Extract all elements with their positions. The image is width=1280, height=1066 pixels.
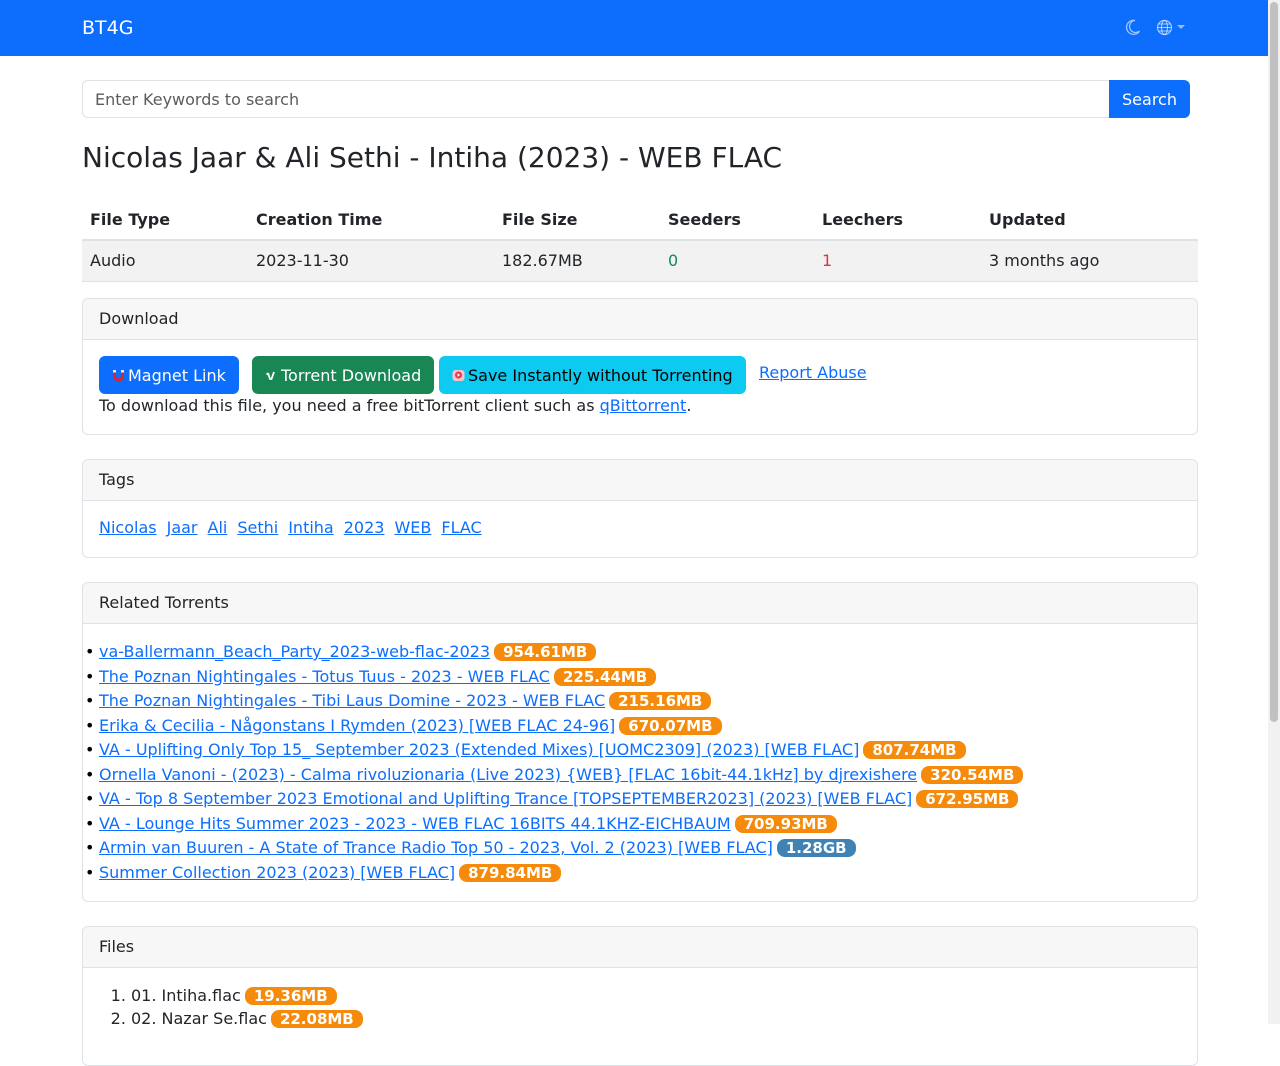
tag-link[interactable]: FLAC <box>441 518 481 537</box>
tag-list: Nicolas Jaar Ali Sethi Intiha 2023 WEB F… <box>99 501 1181 537</box>
creation-time-value: 2023-11-30 <box>248 240 494 282</box>
chevron-down-icon <box>1177 25 1185 29</box>
size-badge: 225.44MB <box>553 667 657 686</box>
moon-icon[interactable] <box>1124 18 1142 36</box>
column-header: Leechers <box>814 200 981 241</box>
size-badge: 1.28GB <box>776 839 856 857</box>
list-item: The Poznan Nightingales - Totus Tuus - 2… <box>83 665 1197 690</box>
file-name: 01. Intiha.flac <box>131 986 241 1005</box>
cloud-play-icon <box>451 368 466 383</box>
download-note-suffix: . <box>686 396 692 415</box>
related-torrent-list: va-Ballermann_Beach_Party_2023-web-flac-… <box>83 624 1197 885</box>
seeders-value: 0 <box>660 240 814 282</box>
files-card-header: Files <box>83 927 1197 968</box>
list-item: 01. Intiha.flac19.36MB <box>131 984 1197 1007</box>
list-item: VA - Top 8 September 2023 Emotional and … <box>83 787 1197 812</box>
list-item: VA - Lounge Hits Summer 2023 - 2023 - WE… <box>83 812 1197 837</box>
nav-icons <box>1124 18 1185 36</box>
size-badge: 709.93MB <box>734 814 837 833</box>
related-torrent-link[interactable]: Armin van Buuren - A State of Trance Rad… <box>99 838 773 857</box>
related-torrents-card: Related Torrents va-Ballermann_Beach_Par… <box>82 582 1198 902</box>
table-row: Audio 2023-11-30 182.67MB 0 1 3 months a… <box>82 240 1198 282</box>
list-item: VA - Uplifting Only Top 15_ September 20… <box>83 738 1197 763</box>
list-item: The Poznan Nightingales - Tibi Laus Domi… <box>83 689 1197 714</box>
related-torrent-link[interactable]: The Poznan Nightingales - Totus Tuus - 2… <box>99 667 550 686</box>
related-torrent-link[interactable]: The Poznan Nightingales - Tibi Laus Domi… <box>99 691 605 710</box>
tag-link[interactable]: WEB <box>394 518 431 537</box>
tag-link[interactable]: Sethi <box>237 518 278 537</box>
tag-link[interactable]: Jaar <box>167 518 198 537</box>
navbar: BT4G <box>0 0 1268 56</box>
related-torrent-link[interactable]: VA - Top 8 September 2023 Emotional and … <box>99 789 912 808</box>
torrent-info-table: File Type Creation Time File Size Seeder… <box>82 200 1198 282</box>
size-badge: 879.84MB <box>459 863 562 882</box>
related-torrent-link[interactable]: Ornella Vanoni - (2023) - Calma rivoluzi… <box>99 765 917 784</box>
tag-link[interactable]: Intiha <box>288 518 334 537</box>
size-badge: 22.08MB <box>270 1010 363 1028</box>
scrollbar[interactable] <box>1268 0 1280 1024</box>
related-torrent-link[interactable]: VA - Lounge Hits Summer 2023 - 2023 - WE… <box>99 814 731 833</box>
related-torrent-link[interactable]: va-Ballermann_Beach_Party_2023-web-flac-… <box>99 642 490 661</box>
list-item: 02. Nazar Se.flac22.08MB <box>131 1007 1197 1030</box>
related-torrent-link[interactable]: Summer Collection 2023 (2023) [WEB FLAC] <box>99 863 455 882</box>
search-input[interactable] <box>82 80 1109 118</box>
page-title: Nicolas Jaar & Ali Sethi - Intiha (2023)… <box>82 141 783 174</box>
torrent-icon <box>264 368 279 383</box>
torrent-download-button[interactable]: Torrent Download <box>252 356 434 394</box>
magnet-link-label: Magnet Link <box>128 365 226 385</box>
related-torrent-link[interactable]: Erika & Cecilia - Någonstans I Rymden (2… <box>99 716 615 735</box>
download-card-header: Download <box>83 299 1197 340</box>
globe-icon <box>1156 19 1173 36</box>
magnet-icon <box>111 368 126 383</box>
files-card: Files 01. Intiha.flac19.36MB 02. Nazar S… <box>82 926 1198 1066</box>
table-header-row: File Type Creation Time File Size Seeder… <box>82 200 1198 241</box>
qbittorrent-link[interactable]: qBittorrent <box>600 396 687 415</box>
size-badge: 807.74MB <box>863 741 966 759</box>
related-card-header: Related Torrents <box>83 583 1197 624</box>
tag-link[interactable]: Nicolas <box>99 518 157 537</box>
search-form: Search <box>82 80 1190 118</box>
leechers-value: 1 <box>814 240 981 282</box>
list-item: Erika & Cecilia - Någonstans I Rymden (2… <box>83 714 1197 739</box>
report-abuse-link[interactable]: Report Abuse <box>759 363 867 382</box>
column-header: File Size <box>494 200 660 241</box>
list-item: va-Ballermann_Beach_Party_2023-web-flac-… <box>83 640 1197 665</box>
size-badge: 670.07MB <box>619 716 722 735</box>
list-item: Summer Collection 2023 (2023) [WEB FLAC]… <box>83 861 1197 886</box>
language-dropdown[interactable] <box>1156 19 1185 36</box>
tags-card-body: Nicolas Jaar Ali Sethi Intiha 2023 WEB F… <box>83 501 1197 553</box>
size-badge: 215.16MB <box>609 692 712 710</box>
column-header: Creation Time <box>248 200 494 241</box>
size-badge: 954.61MB <box>494 643 597 661</box>
column-header: File Type <box>82 200 248 241</box>
file-size-value: 182.67MB <box>494 240 660 282</box>
save-instantly-button[interactable]: Save Instantly without Torrenting <box>439 356 746 394</box>
file-type-value: Audio <box>82 240 248 282</box>
download-note: To download this file, you need a free b… <box>99 396 691 415</box>
scrollbar-thumb[interactable] <box>1270 2 1278 722</box>
tags-card-header: Tags <box>83 460 1197 501</box>
related-torrent-link[interactable]: VA - Uplifting Only Top 15_ September 20… <box>99 740 859 759</box>
file-list: 01. Intiha.flac19.36MB 02. Nazar Se.flac… <box>83 968 1197 1030</box>
tag-link[interactable]: Ali <box>208 518 228 537</box>
list-item: Ornella Vanoni - (2023) - Calma rivoluzi… <box>83 763 1197 788</box>
column-header: Seeders <box>660 200 814 241</box>
tag-link[interactable]: 2023 <box>344 518 385 537</box>
column-header: Updated <box>981 200 1198 241</box>
file-name: 02. Nazar Se.flac <box>131 1009 267 1028</box>
tags-card: Tags Nicolas Jaar Ali Sethi Intiha 2023 … <box>82 459 1198 558</box>
updated-value: 3 months ago <box>981 240 1198 282</box>
torrent-download-label: Torrent Download <box>281 365 422 385</box>
size-badge: 19.36MB <box>244 987 337 1005</box>
search-button[interactable]: Search <box>1109 80 1190 118</box>
save-instantly-label: Save Instantly without Torrenting <box>468 365 733 385</box>
magnet-link-button[interactable]: Magnet Link <box>99 356 239 394</box>
brand-link[interactable]: BT4G <box>82 16 133 40</box>
size-badge: 672.95MB <box>916 790 1019 808</box>
list-item: Armin van Buuren - A State of Trance Rad… <box>83 836 1197 861</box>
size-badge: 320.54MB <box>921 765 1024 784</box>
download-note-text: To download this file, you need a free b… <box>99 396 600 415</box>
download-card-body: Magnet Link Torrent Download Save Instan… <box>83 340 1197 415</box>
download-card: Download Magnet Link Torrent Download Sa… <box>82 298 1198 435</box>
